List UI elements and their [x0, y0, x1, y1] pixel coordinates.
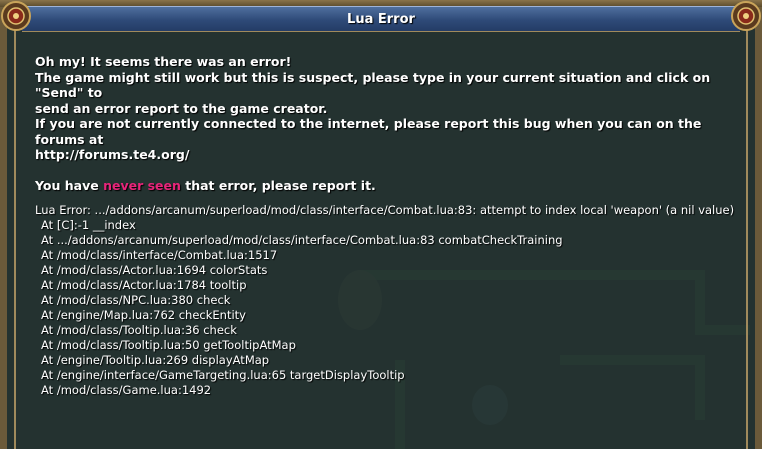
trace-frame: At /mod/class/Actor.lua:1784 tooltip	[41, 278, 247, 292]
trace-frame: At /engine/Map.lua:762 checkEntity	[41, 308, 246, 322]
intro-line: send an error report to the game creator…	[35, 100, 328, 116]
trace-frame: At /engine/Tooltip.lua:269 displayAtMap	[41, 353, 270, 367]
error-intro-message: Oh my! It seems there was an error! The …	[35, 54, 742, 163]
ornament-corner-icon	[1, 1, 31, 31]
frame-right-border	[746, 30, 748, 449]
trace-frame: At /mod/class/interface/Combat.lua:1517	[41, 248, 278, 262]
trace-frame: At .../addons/arcanum/superload/mod/clas…	[41, 233, 563, 247]
trace-frame: At /mod/class/Game.lua:1492	[41, 383, 212, 397]
notice-text: You have	[35, 177, 104, 193]
forum-link[interactable]: http://forums.te4.org/	[35, 147, 742, 163]
intro-line: The game might still work but this is su…	[35, 69, 711, 101]
frame-left-border	[14, 30, 16, 449]
trace-frame: At /mod/class/Tooltip.lua:36 check	[41, 323, 237, 337]
dialog-content: Oh my! It seems there was an error! The …	[35, 54, 742, 398]
intro-line: If you are not currently connected to th…	[35, 116, 702, 147]
notice-text: that error, please report it.	[180, 177, 376, 193]
stack-trace: Lua Error: .../addons/arcanum/superload/…	[35, 203, 742, 398]
trace-frame: At [C]:-1 __index	[41, 218, 136, 232]
trace-frame: At /engine/interface/GameTargeting.lua:6…	[41, 368, 405, 382]
dialog-title: Lua Error	[347, 11, 415, 27]
error-line: Lua Error: .../addons/arcanum/superload/…	[35, 203, 735, 217]
intro-line: Oh my! It seems there was an error!	[35, 54, 292, 69]
ornament-corner-icon	[731, 1, 761, 31]
error-report-notice: You have never seen that error, please r…	[35, 178, 742, 194]
trace-frame: At /mod/class/Actor.lua:1694 colorStats	[41, 263, 268, 277]
dialog-title-bar[interactable]: Lua Error	[22, 6, 740, 32]
notice-highlight: never seen	[103, 177, 181, 193]
trace-frame: At /mod/class/NPC.lua:380 check	[41, 293, 231, 307]
trace-frame: At /mod/class/Tooltip.lua:50 getTooltipA…	[41, 338, 296, 352]
